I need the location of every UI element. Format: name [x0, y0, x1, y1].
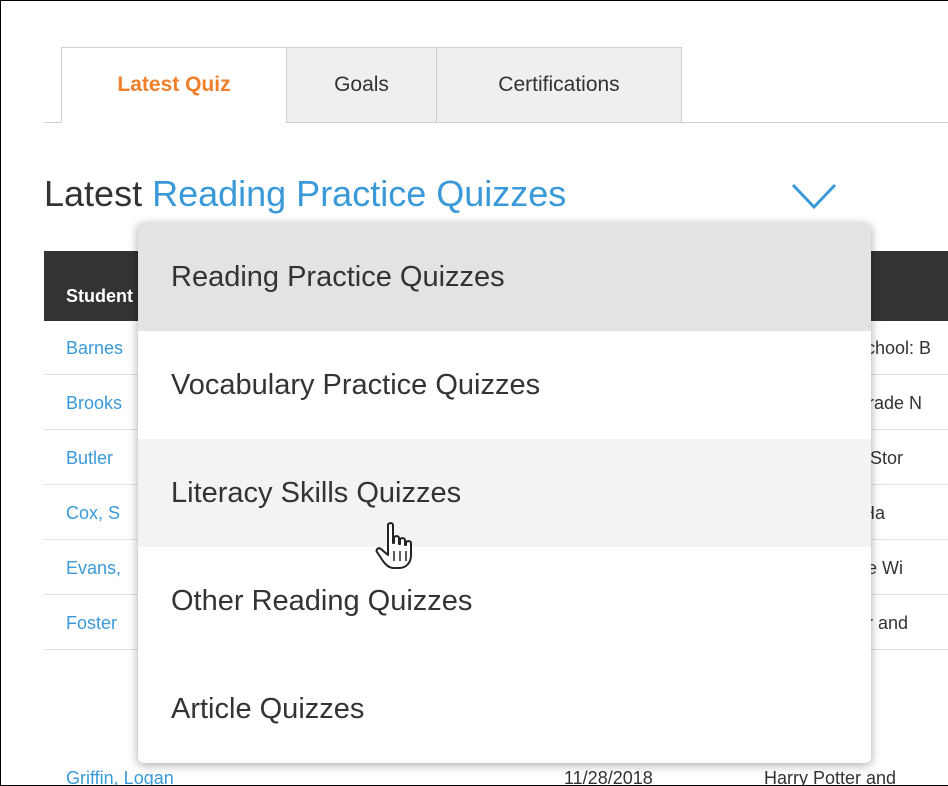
quiz-type-dropdown: Reading Practice Quizzes Vocabulary Prac… [138, 223, 871, 763]
student-name-link[interactable]: Foster [66, 613, 117, 634]
student-name-link[interactable]: Brooks [66, 393, 122, 414]
tab-goals[interactable]: Goals [286, 47, 437, 123]
dropdown-option-other-reading[interactable]: Other Reading Quizzes [138, 547, 871, 655]
quiz-title: Harry Potter and [764, 768, 897, 786]
tab-latest-quiz[interactable]: Latest Quiz [61, 47, 287, 123]
tab-certifications[interactable]: Certifications [436, 47, 682, 123]
tab-certifications-label: Certifications [498, 73, 620, 96]
hand-pointer-icon [375, 522, 412, 569]
chevron-down-icon[interactable] [789, 177, 839, 213]
column-header-student[interactable]: Student [66, 286, 133, 306]
dropdown-option-reading-practice[interactable]: Reading Practice Quizzes [138, 223, 871, 331]
tab-bar: Latest Quiz Goals Certifications [44, 47, 948, 123]
quiz-type-link[interactable]: Reading Practice Quizzes [152, 173, 566, 214]
student-name-link[interactable]: Butler [66, 448, 113, 469]
tab-goals-label: Goals [334, 73, 389, 96]
section-heading: Latest Reading Practice Quizzes [44, 173, 566, 229]
tab-latest-quiz-label: Latest Quiz [117, 73, 231, 96]
student-name-link[interactable]: Barnes [66, 338, 123, 359]
app-frame: Latest Quiz Goals Certifications Latest … [0, 0, 948, 786]
student-name-link[interactable]: Cox, S [66, 503, 120, 524]
student-name-link[interactable]: Griffin, Logan [66, 768, 174, 785]
dropdown-option-article[interactable]: Article Quizzes [138, 655, 871, 763]
dropdown-option-vocabulary-practice[interactable]: Vocabulary Practice Quizzes [138, 331, 871, 439]
student-name-link[interactable]: Evans, [66, 558, 121, 579]
quiz-date: 11/28/2018 [564, 768, 653, 786]
heading-prefix: Latest [44, 173, 153, 214]
dropdown-option-literacy-skills[interactable]: Literacy Skills Quizzes [138, 439, 871, 547]
